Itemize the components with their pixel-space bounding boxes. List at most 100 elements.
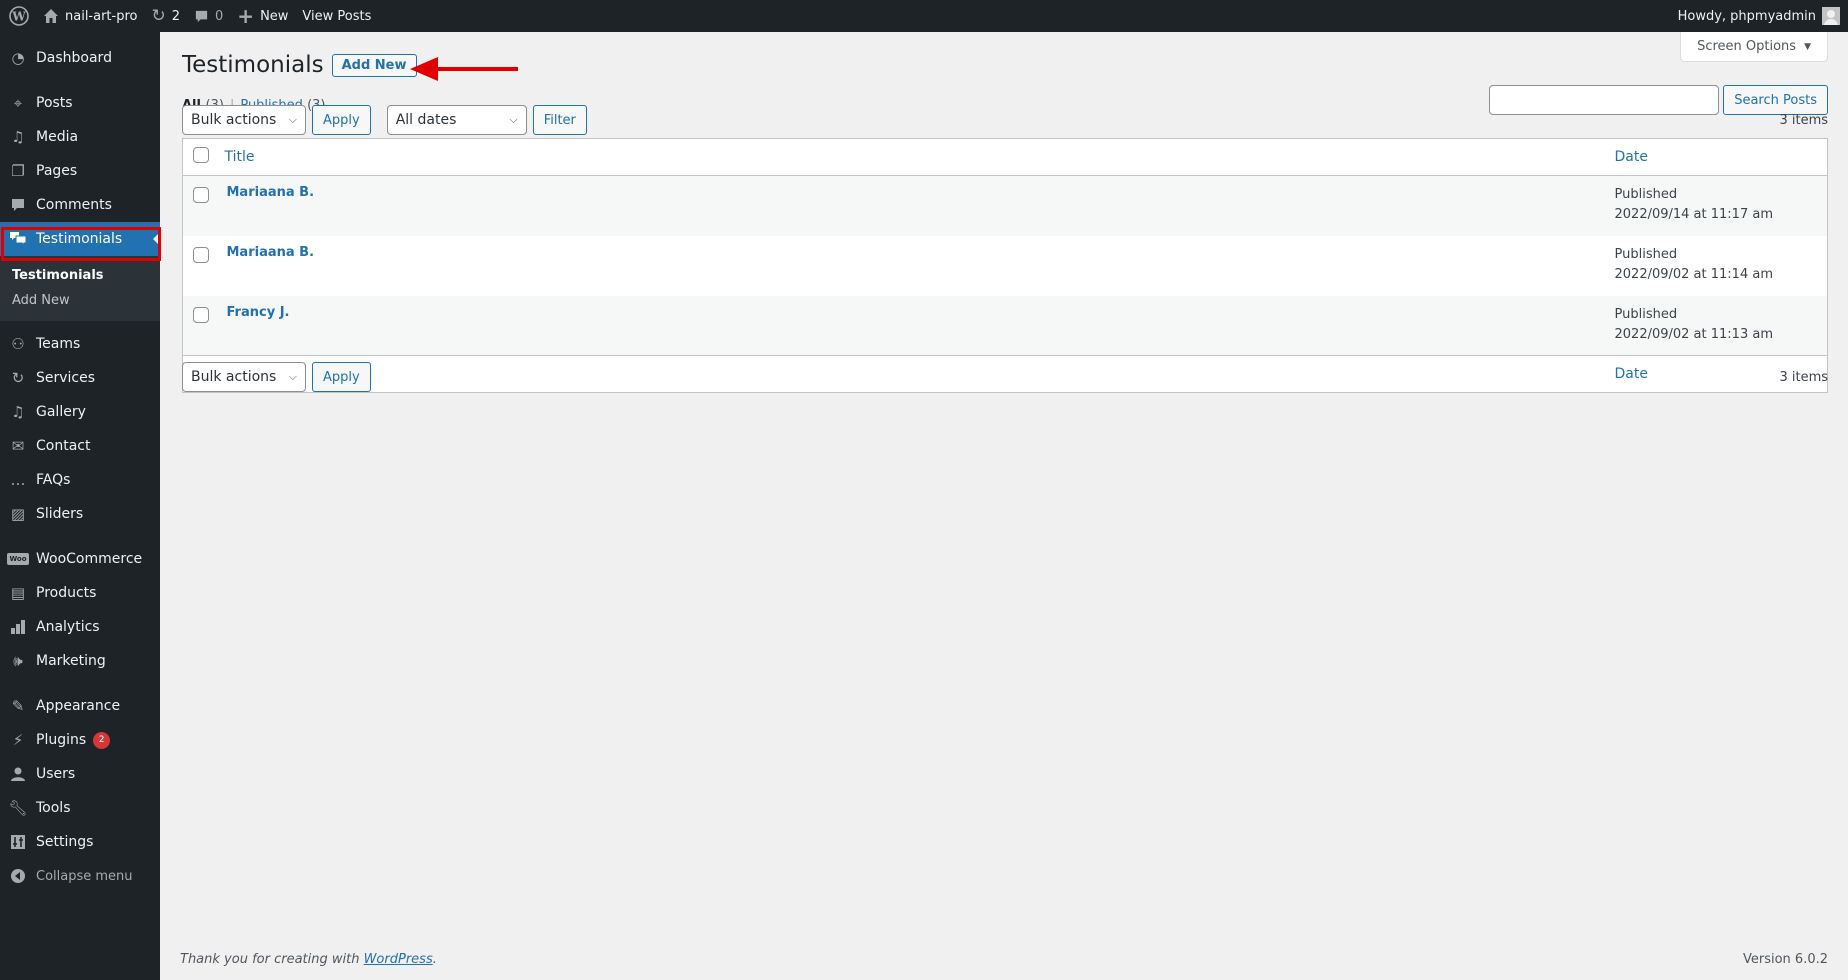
sidebar-item-users[interactable]: Users <box>0 757 160 791</box>
submenu-item-add-new[interactable]: Add New <box>0 288 160 313</box>
sidebar-item-appearance[interactable]: ✎ Appearance <box>0 689 160 723</box>
updates-count: 2 <box>171 8 181 24</box>
admin-bar: W nail-art-pro ↻ 2 0 + New View Posts Ho… <box>0 0 1848 32</box>
sidebar-item-analytics[interactable]: Analytics <box>0 610 160 644</box>
chevron-down-icon: ⌵ <box>509 113 518 126</box>
caret-down-icon: ▼ <box>1804 41 1811 52</box>
sidebar-item-label: Appearance <box>36 698 121 714</box>
items-count-bottom: 3 items <box>1779 369 1828 385</box>
screen-options-button[interactable]: Screen Options ▼ <box>1680 32 1828 62</box>
images-icon: ▨ <box>10 505 26 523</box>
sidebar-item-sliders[interactable]: ▨ Sliders <box>0 497 160 531</box>
footer-version: Version 6.0.2 <box>1742 952 1828 967</box>
posts-table: Title Date Mariaana B. Published 2022/09/… <box>182 138 1828 393</box>
apply-button[interactable]: Apply <box>312 105 371 135</box>
greeting: Howdy, phpmyadmin <box>1677 8 1816 24</box>
sidebar-item-label: Sliders <box>36 506 84 522</box>
sidebar-item-label: Users <box>36 766 76 782</box>
sort-by-title-link[interactable]: Title <box>225 149 255 165</box>
sidebar-item-faqs[interactable]: … FAQs <box>0 463 160 497</box>
home-icon <box>43 8 59 24</box>
sidebar-item-services[interactable]: ↻ Services <box>0 361 160 395</box>
collapse-menu-label: Collapse menu <box>36 868 133 884</box>
view-posts-link[interactable]: View Posts <box>295 0 378 32</box>
comments-link[interactable]: 0 <box>187 0 230 32</box>
sidebar-item-marketing[interactable]: 🕪 Marketing <box>0 644 160 678</box>
tablenav-top: Bulk actions ⌵ Apply All dates ⌵ Filter … <box>182 105 1828 135</box>
sidebar-item-label: Plugins <box>36 732 87 748</box>
email-icon: ✉ <box>11 437 25 455</box>
wordpress-logo-icon: W <box>9 6 29 26</box>
sidebar-item-label: Gallery <box>36 404 86 420</box>
paintbrush-icon: ✎ <box>11 697 25 715</box>
items-count: 3 items <box>1779 112 1828 128</box>
apply-button-bottom[interactable]: Apply <box>312 362 371 392</box>
media-icon: ♫ <box>11 403 25 421</box>
annotation-arrow-icon <box>410 57 518 81</box>
chevron-down-icon: ⌵ <box>288 113 297 126</box>
sidebar-item-label: Testimonials <box>36 231 123 247</box>
row-title-link[interactable]: Francy J. <box>225 296 290 320</box>
date-cell: Published 2022/09/14 at 11:17 am <box>1614 187 1773 222</box>
sidebar-item-teams[interactable]: ⚇ Teams <box>0 327 160 361</box>
sidebar-item-woocommerce[interactable]: Woo WooCommerce <box>0 542 160 576</box>
sidebar-item-label: Posts <box>36 95 73 111</box>
table-row: Mariaana B. Published 2022/09/02 at 11:14… <box>183 236 1828 296</box>
row-checkbox[interactable] <box>193 306 209 323</box>
wrench-icon: 🔧︎ <box>8 799 28 817</box>
plus-icon: + <box>237 4 255 28</box>
sidebar-item-tools[interactable]: 🔧︎ Tools <box>0 791 160 825</box>
page-heading: Testimonials Add New <box>182 52 417 78</box>
sidebar-item-gallery[interactable]: ♫ Gallery <box>0 395 160 429</box>
sidebar-item-label: Media <box>36 129 79 145</box>
sidebar-item-posts[interactable]: ⌖ Posts <box>0 86 160 120</box>
sort-by-date-link[interactable]: Date <box>1615 149 1648 165</box>
user-icon <box>8 764 28 784</box>
submenu-item-testimonials[interactable]: Testimonials <box>0 263 160 288</box>
sidebar-item-testimonials[interactable]: Testimonials <box>0 222 160 256</box>
date-cell: Published 2022/09/02 at 11:13 am <box>1614 306 1773 342</box>
bulk-actions-select[interactable]: Bulk actions ⌵ <box>182 105 306 135</box>
wordpress-logo-button[interactable]: W <box>0 0 36 32</box>
tablenav-bottom: Bulk actions ⌵ Apply 3 items <box>182 362 1828 392</box>
sidebar-item-media[interactable]: ♫ Media <box>0 120 160 154</box>
filter-button[interactable]: Filter <box>532 105 587 135</box>
row-checkbox[interactable] <box>193 246 209 263</box>
wordpress-link[interactable]: WordPress <box>364 952 433 967</box>
sidebar-item-plugins[interactable]: ⚡ Plugins 2 <box>0 723 160 757</box>
row-checkbox[interactable] <box>193 187 209 203</box>
comment-icon <box>194 9 209 24</box>
pages-icon: ❐ <box>11 162 25 180</box>
chart-bar-icon <box>8 617 28 637</box>
sidebar-item-label: Settings <box>36 834 94 850</box>
sidebar-item-label: Dashboard <box>36 50 112 66</box>
sidebar-item-settings[interactable]: Settings <box>0 825 160 859</box>
sidebar-item-comments[interactable]: Comments <box>0 188 160 222</box>
my-account-link[interactable]: Howdy, phpmyadmin <box>1671 0 1848 32</box>
comments-count: 0 <box>215 8 224 24</box>
new-content-link[interactable]: + New <box>230 0 295 32</box>
testimonials-submenu: Testimonials Add New <box>0 256 160 321</box>
site-name-link[interactable]: nail-art-pro <box>36 0 144 32</box>
sidebar-item-pages[interactable]: ❐ Pages <box>0 154 160 188</box>
dates-filter-select[interactable]: All dates ⌵ <box>386 105 527 135</box>
sidebar-item-label: Marketing <box>36 653 106 669</box>
select-all-checkbox[interactable] <box>193 147 209 163</box>
table-row: Mariaana B. Published 2022/09/14 at 11:17… <box>182 175 1828 236</box>
updates-link[interactable]: ↻ 2 <box>144 0 187 32</box>
add-new-button[interactable]: Add New <box>331 53 417 77</box>
collapse-menu-button[interactable]: Collapse menu <box>0 859 160 893</box>
sidebar-item-contact[interactable]: ✉ Contact <box>0 429 160 463</box>
sidebar-item-products[interactable]: ▤ Products <box>0 576 160 610</box>
pin-icon: ⌖ <box>13 94 23 112</box>
row-title-link[interactable]: Mariaana B. <box>225 236 315 260</box>
bulk-actions-select-bottom[interactable]: Bulk actions ⌵ <box>182 362 306 392</box>
sidebar-item-label: Pages <box>36 163 78 179</box>
main-content: Screen Options ▼ Testimonials Add New Al… <box>160 32 1848 980</box>
settings-icon <box>8 832 28 852</box>
sidebar-item-dashboard[interactable]: ◔ Dashboard <box>0 41 160 75</box>
row-title-link[interactable]: Mariaana B. <box>225 176 315 200</box>
plugins-update-badge: 2 <box>93 731 111 749</box>
table-header-row: Title Date <box>182 138 1828 176</box>
sidebar-item-label: Comments <box>36 197 112 213</box>
